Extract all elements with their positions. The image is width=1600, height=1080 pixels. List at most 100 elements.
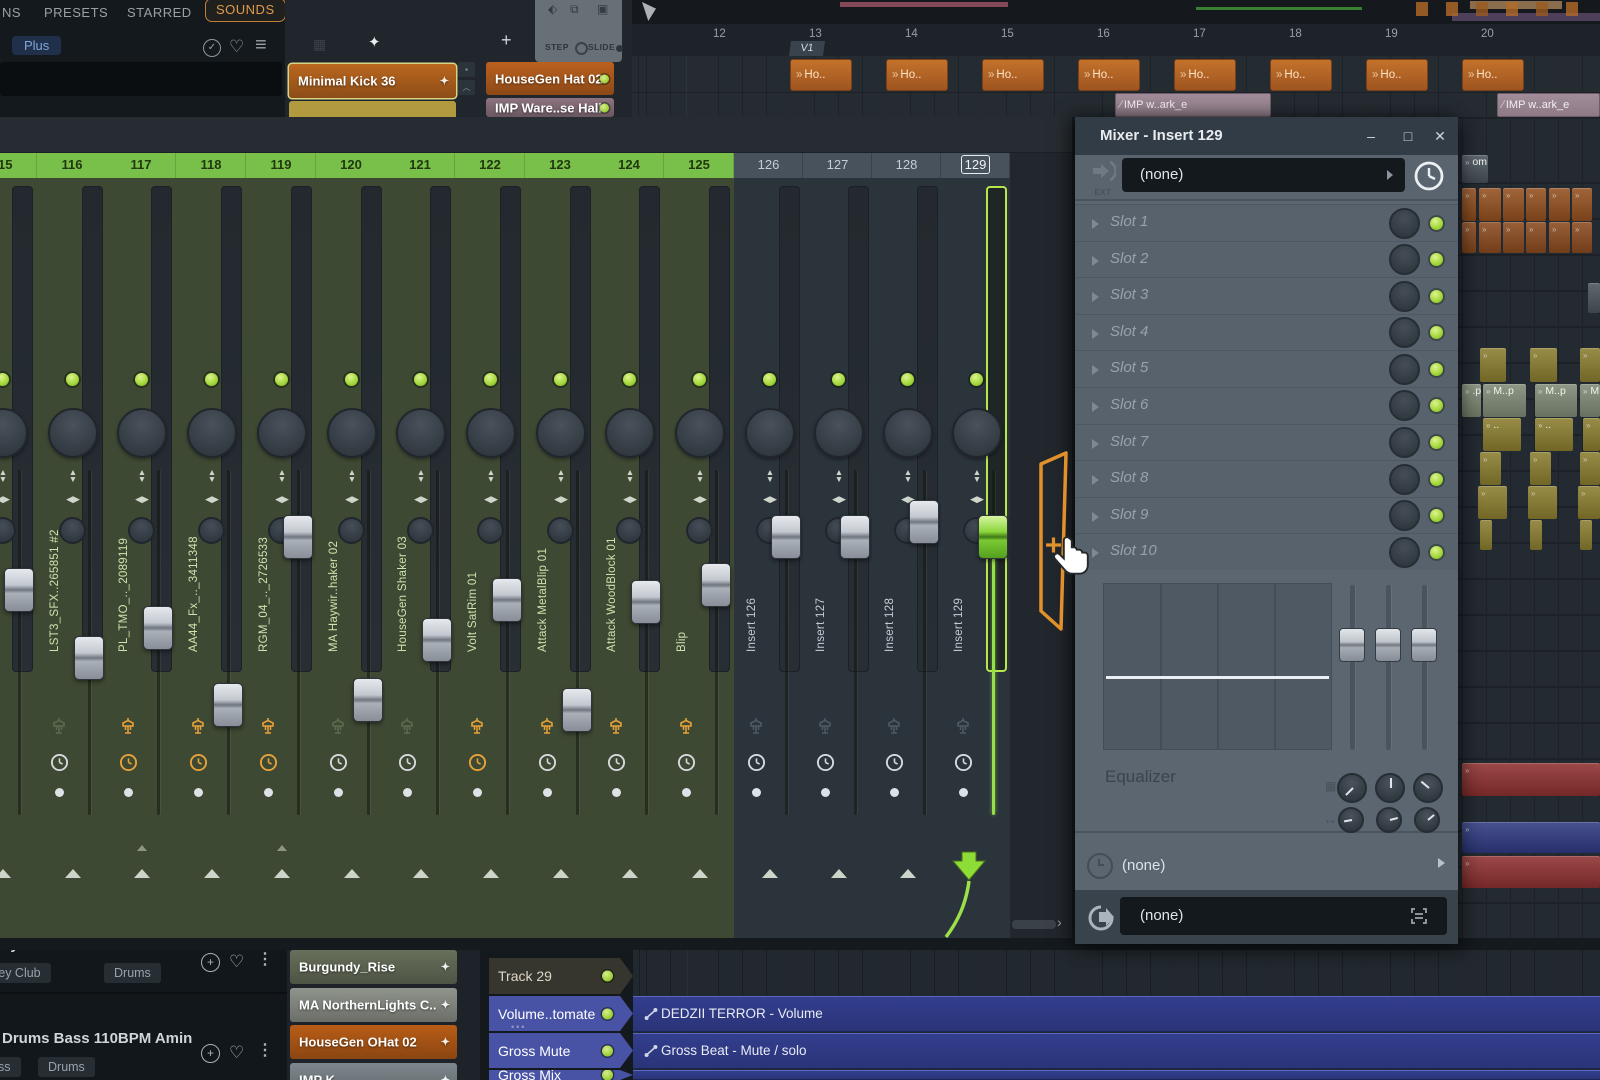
track-led[interactable] <box>602 1070 613 1080</box>
eq-band-fader[interactable] <box>1339 628 1365 662</box>
route-up-arrow-icon[interactable] <box>274 869 290 878</box>
channel-enable-led[interactable] <box>763 373 776 386</box>
mixer-channel-119[interactable]: 119RGM_04_.._2726533▲▼◀▶ <box>246 117 317 938</box>
fx-plug-icon[interactable] <box>678 717 694 744</box>
channel-enable-led[interactable] <box>135 373 148 386</box>
updown-arrows-icon[interactable]: ▲▼ <box>0 469 14 483</box>
clock-icon[interactable] <box>607 753 626 777</box>
leftright-arrows-icon[interactable]: ◀▶ <box>480 494 502 505</box>
route-up-arrow-icon[interactable] <box>553 869 569 878</box>
channel-enable-led[interactable] <box>345 373 358 386</box>
step-toggle[interactable] <box>575 42 588 55</box>
tab-presets[interactable]: PRESETS <box>44 0 108 26</box>
maximize-button[interactable]: □ <box>1395 117 1421 155</box>
clock-icon[interactable] <box>954 753 973 777</box>
pattern-clip[interactable]: »Ho.. <box>1174 59 1236 91</box>
pan-knob[interactable] <box>327 408 377 458</box>
pan-knob[interactable] <box>396 408 446 458</box>
clock-icon[interactable] <box>468 753 487 777</box>
channel-number[interactable]: 119 <box>246 152 316 178</box>
track-header[interactable]: Track 29 <box>489 958 633 994</box>
leftright-arrows-icon[interactable]: ◀▶ <box>550 494 572 505</box>
pan-knob[interactable] <box>883 408 933 458</box>
fx-plug-icon[interactable] <box>469 717 485 744</box>
updown-arrows-icon[interactable]: ▲▼ <box>689 469 711 483</box>
record-dot[interactable] <box>752 788 761 797</box>
record-dot[interactable] <box>194 788 203 797</box>
mixer-channel-123[interactable]: 123Attack MetalBlip 01▲▼◀▶ <box>525 117 596 938</box>
channel-number[interactable]: 126 <box>734 152 803 178</box>
slot-enable-led[interactable] <box>1430 399 1443 412</box>
pattern-clip[interactable]: »Ho.. <box>1078 59 1140 91</box>
pan-knob[interactable] <box>257 408 307 458</box>
swap-arrow-small-icon[interactable] <box>137 845 147 851</box>
mixer-channel-115[interactable]: 115▲▼◀▶ <box>0 117 38 938</box>
mixer-channel-117[interactable]: 117PL_TMO_.._2089119▲▼◀▶ <box>106 117 177 938</box>
mini-clip[interactable]: » M..p <box>1483 384 1526 417</box>
pan-knob[interactable] <box>117 408 167 458</box>
pan-knob[interactable] <box>814 408 864 458</box>
card-tag[interactable]: ss <box>0 1057 21 1077</box>
mini-clip[interactable]: » <box>1503 188 1524 221</box>
mini-clip[interactable]: » <box>1462 222 1476 253</box>
record-dot[interactable] <box>403 788 412 797</box>
route-up-arrow-icon[interactable] <box>900 869 916 878</box>
fx-slot-row[interactable]: Slot 7 <box>1075 424 1458 461</box>
updown-arrows-icon[interactable]: ▲▼ <box>271 469 293 483</box>
stereo-sep-knob[interactable] <box>616 517 643 544</box>
mini-clip[interactable]: » <box>1526 222 1546 253</box>
rack-item[interactable]: IMP Ware..se Hall <box>486 98 614 117</box>
mini-clip[interactable]: » .. <box>1535 418 1573 451</box>
pattern-clip[interactable]: »Ho.. <box>886 59 948 91</box>
slot-enable-led[interactable] <box>1430 290 1443 303</box>
track-led[interactable] <box>602 1008 613 1019</box>
leftright-arrows-icon[interactable]: ◀▶ <box>201 494 223 505</box>
rack-item[interactable]: Burgundy_Rise✦ <box>290 950 457 984</box>
fx-plug-icon[interactable] <box>886 717 902 744</box>
track-led[interactable] <box>602 1045 613 1056</box>
slot-expand-icon[interactable] <box>1092 256 1099 266</box>
stereo-sep-knob[interactable] <box>198 517 225 544</box>
playlist-timeline-ruler[interactable]: 121314151617181920 <box>632 24 1600 57</box>
slot-expand-icon[interactable] <box>1092 548 1099 558</box>
rack-item[interactable]: HouseGen OHat 02✦ <box>290 1025 457 1059</box>
pattern-clip[interactable]: »Ho.. <box>1462 59 1524 91</box>
volume-fader[interactable] <box>213 683 243 727</box>
channel-enable-led[interactable] <box>623 373 636 386</box>
slot-expand-icon[interactable] <box>1092 329 1099 339</box>
channel-number[interactable]: 116 <box>37 152 107 178</box>
rack-item[interactable]: Minimal Kick 36✦ <box>289 64 456 98</box>
heart-icon[interactable]: ♡ <box>229 952 244 972</box>
route-up-arrow-icon[interactable] <box>692 869 708 878</box>
leftright-arrows-icon[interactable]: ◀▶ <box>619 494 641 505</box>
tab-ns[interactable]: NS <box>2 0 21 26</box>
updown-arrows-icon[interactable]: ▲▼ <box>201 469 223 483</box>
leftright-arrows-icon[interactable]: ◀▶ <box>828 494 850 505</box>
channel-number[interactable]: 118 <box>176 152 246 178</box>
channel-number[interactable]: 125 <box>664 152 734 178</box>
fx-plug-icon[interactable] <box>51 717 67 744</box>
leftright-arrows-icon[interactable]: ◀▶ <box>131 494 153 505</box>
track-header[interactable]: Gross Mix <box>489 1070 633 1080</box>
slot-mix-knob[interactable] <box>1389 537 1420 568</box>
rack-item[interactable]: HouseGen Hat 02 <box>486 62 614 95</box>
route-up-arrow-icon[interactable] <box>0 869 11 878</box>
pan-knob[interactable] <box>466 408 516 458</box>
leftright-arrows-icon[interactable]: ◀▶ <box>0 494 14 505</box>
audio-clip[interactable]: ∕IMP w..ark_e <box>1497 93 1600 117</box>
clock-icon[interactable] <box>119 753 138 777</box>
mini-clip[interactable]: » <box>1503 222 1524 253</box>
pan-knob[interactable] <box>536 408 586 458</box>
volume-fader[interactable] <box>283 515 313 559</box>
mini-clip[interactable]: » <box>1480 348 1506 382</box>
slot-mix-knob[interactable] <box>1389 464 1420 495</box>
pattern-clip[interactable]: »Ho.. <box>790 59 852 91</box>
delay-clock-icon[interactable] <box>1087 853 1113 879</box>
tab-sounds[interactable]: SOUNDS <box>205 0 286 22</box>
channel-number[interactable]: 122 <box>455 152 525 178</box>
slide-link-icon[interactable]: ⧉ <box>570 2 579 17</box>
mini-clip[interactable]: » <box>1526 188 1546 221</box>
updown-arrows-icon[interactable]: ▲▼ <box>828 469 850 483</box>
channel-enable-led[interactable] <box>832 373 845 386</box>
channel-number[interactable]: 128 <box>872 152 941 178</box>
